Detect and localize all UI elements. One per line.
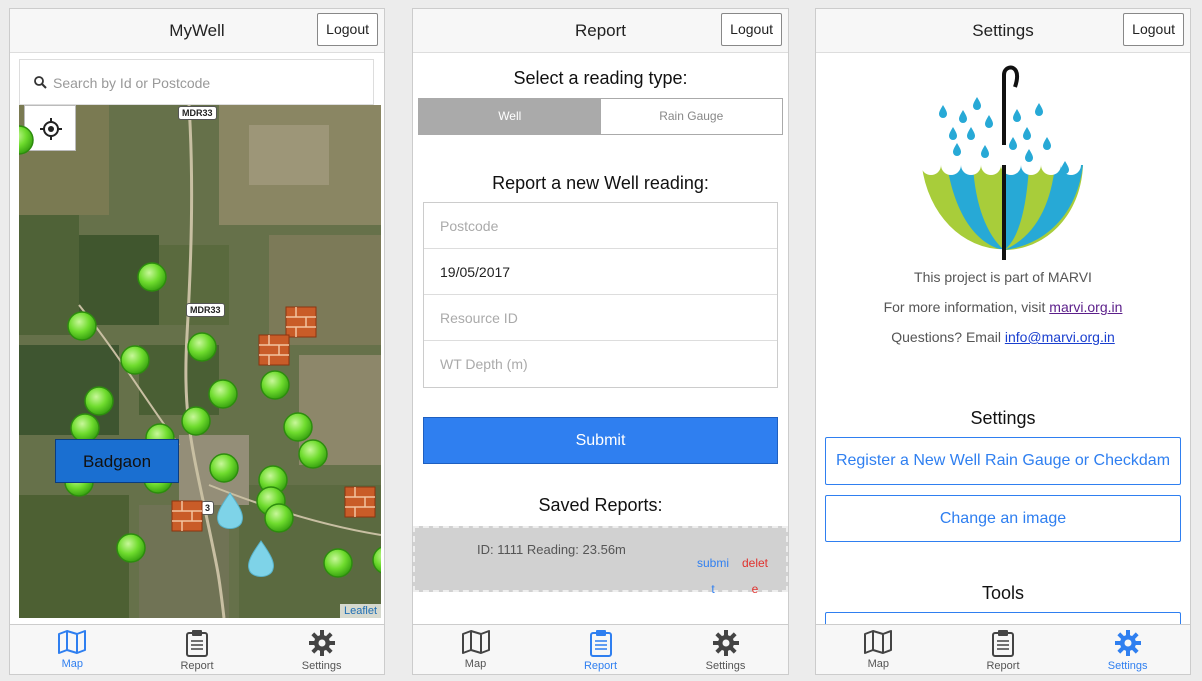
report-screen: Report Logout Select a reading type: Wel… [412, 8, 789, 675]
clipboard-icon [992, 630, 1014, 657]
form-heading: Report a new Well reading: [492, 173, 709, 193]
more-info-text: For more information, visit marvi.org.in [816, 299, 1190, 315]
checkdam-marker[interactable] [171, 500, 203, 532]
gear-icon [308, 630, 335, 656]
questions-text: Questions? Email info@marvi.org.in [816, 329, 1190, 345]
tab-bar: Map Report Settings [10, 624, 384, 674]
well-marker[interactable] [264, 503, 294, 533]
tools-heading: Tools [981, 583, 1025, 603]
register-resource-button[interactable]: Register a New Well Rain Gauge or Checkd… [825, 437, 1181, 485]
change-image-button[interactable]: Change an image [825, 495, 1181, 542]
well-marker[interactable] [181, 406, 211, 436]
map-attribution[interactable]: Leaflet [339, 604, 381, 618]
map-icon [58, 630, 87, 654]
checkdam-marker[interactable] [258, 334, 290, 366]
resource-id-field[interactable]: Resource ID [424, 295, 777, 341]
map-icon [864, 630, 893, 654]
reading-form: Postcode 19/05/2017 Resource ID WT Depth… [423, 202, 778, 388]
checkdam-marker[interactable] [285, 306, 317, 338]
tab-label: Report [583, 660, 618, 672]
tab-map[interactable]: Map [413, 625, 538, 674]
tab-settings[interactable]: Settings [663, 625, 788, 674]
tab-label: Report [180, 660, 214, 672]
tab-report[interactable]: Report [538, 625, 663, 674]
marvi-website-link[interactable]: marvi.org.in [1049, 299, 1122, 315]
well-marker[interactable] [298, 439, 328, 469]
reading-type-selector[interactable]: Well Rain Gauge [418, 98, 783, 135]
saved-report-text: ID: 1111 Reading: 23.56m [477, 542, 626, 557]
tab-report[interactable]: Report [135, 625, 260, 674]
search-placeholder: Search by Id or Postcode [53, 75, 211, 91]
tab-bar: Map Report Settings [413, 624, 788, 674]
saved-report-delete-button[interactable]: delete [741, 550, 769, 602]
reading-type-heading: Select a reading type: [513, 68, 688, 88]
rain-gauge-marker[interactable] [217, 492, 243, 529]
settings-screen: Settings Logout This project is part of … [815, 8, 1191, 675]
map-view[interactable]: MDR33 MDR33 3 Badgaon Leaflet [19, 105, 381, 618]
tab-label: Report [986, 660, 1020, 672]
tab-label: Map [464, 658, 487, 670]
well-marker[interactable] [209, 453, 239, 483]
tab-report[interactable]: Report [941, 625, 1066, 674]
rain-gauge-marker[interactable] [248, 540, 274, 577]
clipboard-icon [589, 630, 612, 657]
well-marker[interactable] [84, 386, 114, 416]
tab-label: Settings [705, 660, 746, 672]
gear-icon [1114, 630, 1141, 656]
well-marker[interactable] [283, 412, 313, 442]
tab-label: Map [867, 658, 890, 670]
well-marker[interactable] [19, 125, 34, 155]
well-marker[interactable] [372, 546, 381, 574]
tab-settings[interactable]: Settings [1065, 625, 1190, 674]
tab-bar: Map Report Settings [816, 624, 1190, 674]
tab-label: Settings [1107, 660, 1148, 672]
gear-icon [712, 630, 739, 656]
well-marker[interactable] [67, 311, 97, 341]
header: MyWell Logout [10, 9, 384, 53]
more-info-prefix: For more information, visit [883, 299, 1050, 315]
submit-button[interactable]: Submit [423, 417, 778, 464]
clipboard-icon [186, 630, 208, 657]
town-label: Badgaon [55, 439, 179, 483]
project-text: This project is part of MARVI [914, 269, 1092, 285]
saved-reports-heading: Saved Reports: [538, 495, 663, 515]
header: Report Logout [413, 9, 788, 53]
map-markers [19, 125, 381, 578]
settings-heading: Settings [970, 408, 1036, 428]
map-icon [461, 630, 490, 654]
well-marker[interactable] [208, 379, 238, 409]
search-icon [34, 76, 47, 89]
logout-button[interactable]: Logout [1123, 13, 1184, 46]
map-screen: MyWell Logout Search by Id or Postcode M… [9, 8, 385, 675]
header: Settings Logout [816, 9, 1190, 53]
logout-button[interactable]: Logout [721, 13, 782, 46]
well-marker[interactable] [187, 332, 217, 362]
well-marker[interactable] [70, 413, 100, 443]
tab-label: Settings [301, 660, 342, 672]
date-field[interactable]: 19/05/2017 [424, 249, 777, 295]
well-marker[interactable] [323, 548, 353, 578]
tab-settings[interactable]: Settings [259, 625, 384, 674]
segment-rain-gauge[interactable]: Rain Gauge [601, 99, 783, 134]
well-marker[interactable] [116, 533, 146, 563]
marvi-umbrella-logo [917, 65, 1087, 260]
saved-report-submit-button[interactable]: submit [697, 550, 729, 602]
well-marker[interactable] [137, 262, 167, 292]
saved-report-item: ID: 1111 Reading: 23.56m submit delete [413, 526, 788, 596]
segment-well[interactable]: Well [419, 99, 601, 134]
checkdam-marker[interactable] [344, 486, 376, 518]
well-marker[interactable] [260, 370, 290, 400]
search-input[interactable]: Search by Id or Postcode [19, 59, 374, 105]
wt-depth-field[interactable]: WT Depth (m) [424, 341, 777, 387]
questions-prefix: Questions? Email [891, 329, 1005, 345]
tab-map[interactable]: Map [816, 625, 941, 674]
well-marker[interactable] [120, 345, 150, 375]
email-link[interactable]: info@marvi.org.in [1005, 329, 1115, 345]
tab-map[interactable]: Map [10, 625, 135, 674]
tab-label: Map [61, 658, 84, 670]
logout-button[interactable]: Logout [317, 13, 378, 46]
postcode-field[interactable]: Postcode [424, 203, 777, 249]
